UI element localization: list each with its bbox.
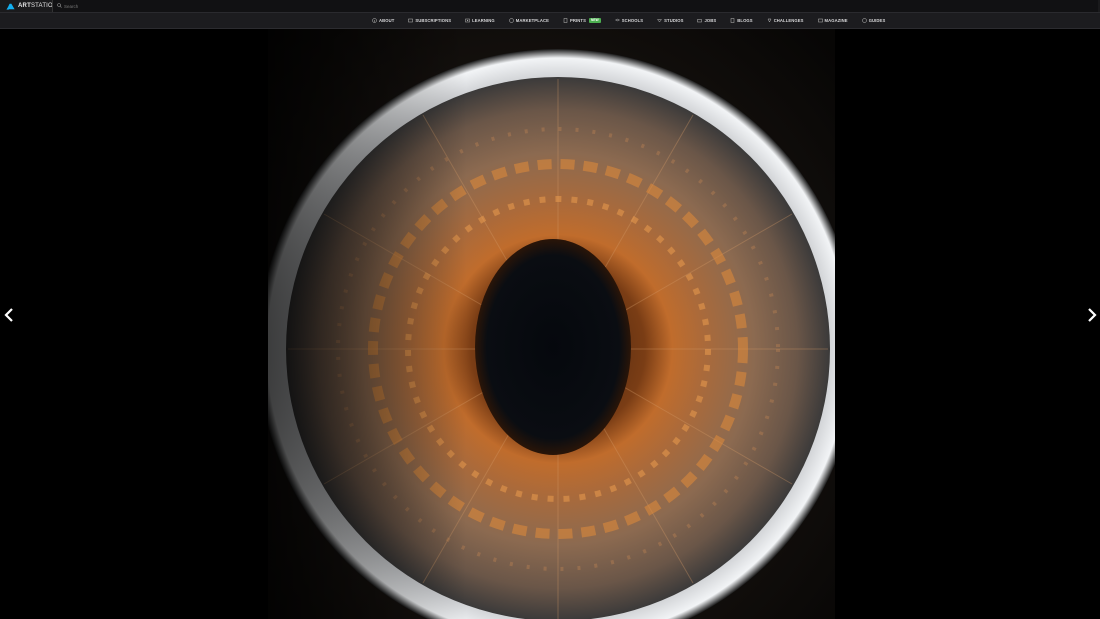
artstation-logo-icon bbox=[6, 3, 15, 10]
nav-item-studios[interactable]: STUDIOS bbox=[657, 18, 683, 23]
briefcase-icon bbox=[697, 19, 703, 23]
magazine-icon bbox=[817, 18, 823, 23]
next-image-button[interactable] bbox=[1085, 307, 1099, 323]
nav-item-label: GUIDES bbox=[868, 18, 886, 23]
nav-item-label: LEARNING bbox=[472, 18, 495, 23]
nav-item-about[interactable]: ABOUT bbox=[372, 18, 394, 23]
card-icon bbox=[408, 18, 414, 23]
nav-item-label: MAGAZINE bbox=[824, 18, 848, 23]
nav-item-challenges[interactable]: CHALLENGES bbox=[767, 18, 804, 23]
info-icon bbox=[372, 18, 377, 23]
nav-item-label: ABOUT bbox=[379, 18, 395, 23]
nav-item-magazine[interactable]: MAGAZINE bbox=[817, 18, 848, 23]
store-icon bbox=[509, 18, 514, 23]
studio-icon bbox=[657, 19, 663, 23]
nav-items: ABOUT SUBSCRIPTIONS LEARNING MARKETPLACE PRI… bbox=[372, 13, 885, 28]
nav-item-label: JOBS bbox=[704, 18, 717, 23]
school-icon bbox=[614, 18, 620, 22]
artwork-image bbox=[268, 29, 835, 619]
print-icon bbox=[563, 18, 568, 23]
search-bar[interactable] bbox=[52, 0, 1098, 12]
main-nav: ABOUT SUBSCRIPTIONS LEARNING MARKETPLACE PRI… bbox=[0, 13, 1100, 29]
previous-image-button[interactable] bbox=[2, 307, 16, 323]
trophy-icon bbox=[767, 18, 772, 23]
nav-item-blogs[interactable]: BLOGS bbox=[730, 18, 753, 23]
new-badge: NEW bbox=[588, 18, 601, 23]
guide-icon bbox=[861, 18, 867, 23]
nav-item-label: CHALLENGES bbox=[773, 18, 804, 23]
nav-item-guides[interactable]: GUIDES bbox=[861, 18, 886, 23]
top-bar: ARTSTATION bbox=[0, 0, 1100, 13]
iris-artwork bbox=[268, 29, 835, 619]
chevron-right-icon bbox=[1088, 308, 1097, 322]
blog-icon bbox=[731, 18, 735, 23]
nav-item-subscriptions[interactable]: SUBSCRIPTIONS bbox=[408, 18, 451, 23]
nav-item-label: BLOGS bbox=[737, 18, 753, 23]
nav-item-label: MARKETPLACE bbox=[515, 18, 550, 23]
nav-item-label: SCHOOLS bbox=[621, 18, 644, 23]
nav-item-label: PRINTS bbox=[570, 18, 586, 23]
nav-item-marketplace[interactable]: MARKETPLACE bbox=[509, 18, 549, 23]
chevron-left-icon bbox=[4, 308, 13, 322]
artstation-logo[interactable]: ARTSTATION bbox=[6, 1, 57, 11]
nav-item-schools[interactable]: SCHOOLS bbox=[614, 18, 644, 23]
nav-item-learning[interactable]: LEARNING bbox=[465, 18, 495, 23]
nav-item-label: STUDIOS bbox=[664, 18, 684, 23]
nav-item-prints[interactable]: PRINTS NEW bbox=[563, 18, 601, 23]
nav-item-label: SUBSCRIPTIONS bbox=[415, 18, 452, 23]
search-icon bbox=[57, 3, 62, 8]
nav-item-jobs[interactable]: JOBS bbox=[697, 18, 716, 23]
play-icon bbox=[465, 18, 470, 23]
search-input[interactable] bbox=[64, 1, 364, 11]
